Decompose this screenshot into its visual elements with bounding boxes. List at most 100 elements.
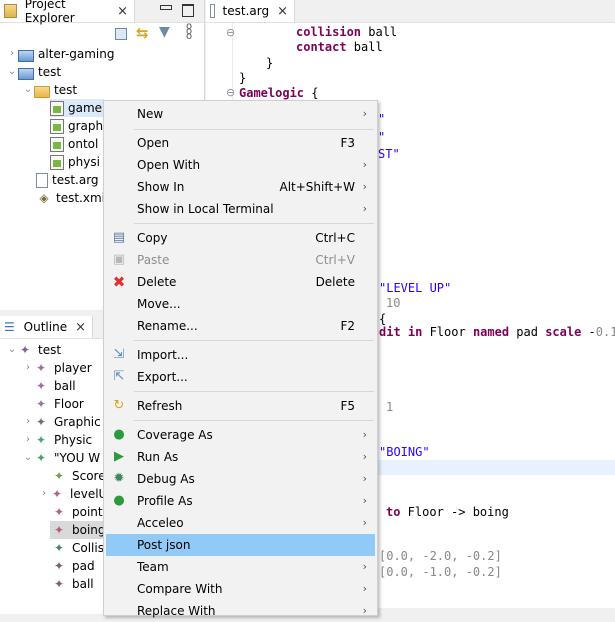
menu-item-delete[interactable]: ✖ Delete Delete <box>106 271 375 293</box>
menu-item-run-as[interactable]: ▶ Run As › <box>106 446 375 468</box>
maximize-icon[interactable] <box>182 4 194 17</box>
menu-item-post-json[interactable]: Post json <box>106 534 375 556</box>
filter-icon[interactable]: ▼ <box>159 24 170 40</box>
chevron-down-icon[interactable]: ⌄ <box>6 341 18 359</box>
tree-item-ontol[interactable]: ontol <box>50 135 98 153</box>
code-line[interactable]: contact ball <box>296 38 383 57</box>
outline-item-pad[interactable]: ✦ pad <box>52 557 95 575</box>
outline-item-you-win[interactable]: ⌄ ✦ "YOU W <box>22 449 100 467</box>
menu-item-open-with[interactable]: Open With › <box>106 154 375 176</box>
code-keyword: dit <box>379 325 408 339</box>
code-line[interactable]: "BOING" <box>379 443 430 462</box>
chevron-right-icon[interactable]: › <box>38 485 50 503</box>
menu-item-show-in-local-terminal[interactable]: Show in Local Terminal › <box>106 198 375 220</box>
code-line[interactable]: dit in Floor named pad scale -0.1 <box>379 323 615 342</box>
menu-separator <box>134 391 374 392</box>
tab-outline[interactable]: ☰ Outline × <box>0 316 93 338</box>
tree-item-test-arg[interactable]: test.arg <box>36 171 99 189</box>
chevron-right-icon[interactable]: › <box>22 413 34 431</box>
tree-item-test-xmi[interactable]: ◈ test.xmi <box>36 189 105 207</box>
code-text: pad <box>509 325 546 339</box>
code-line[interactable]: } <box>266 54 273 73</box>
code-number: [0.0, -1.0, -0.2] <box>379 565 502 579</box>
code-text: Floor -> boing <box>400 505 509 519</box>
outline-item-label: pad <box>72 559 95 573</box>
outline-item-ball-2[interactable]: ✦ ball <box>52 575 94 593</box>
outline-item-physic[interactable]: › ✦ Physic <box>22 431 92 449</box>
fold-icon[interactable]: ⊖ <box>226 86 235 99</box>
outline-item-label: "YOU W <box>54 451 101 465</box>
chevron-down-icon[interactable]: ⌄ <box>22 449 34 467</box>
tab-project-explorer[interactable]: Project Explorer × <box>0 0 135 25</box>
outline-item-score[interactable]: ✦ Score <box>52 467 106 485</box>
menu-item-acceleo[interactable]: Acceleo › <box>106 512 375 534</box>
fold-icon[interactable]: ⊖ <box>226 26 235 39</box>
menu-item-open[interactable]: Open F3 <box>106 132 375 154</box>
submenu-arrow-icon: › <box>362 494 367 507</box>
outline-item-test[interactable]: ⌄ ✦ test <box>6 341 61 359</box>
code-line[interactable]: 1 <box>386 398 393 417</box>
menu-item-label: Move... <box>137 297 181 311</box>
tree-item-alter-gaming[interactable]: › alter-gaming <box>6 45 115 63</box>
menu-item-label: Team <box>137 560 169 574</box>
menu-item-coverage-as[interactable]: ● Coverage As › <box>106 424 375 446</box>
menu-item-shortcut: F2 <box>340 319 355 333</box>
tree-item-game[interactable]: game <box>50 99 104 117</box>
menu-item-team[interactable]: Team › <box>106 556 375 578</box>
menu-item-rename[interactable]: Rename... F2 <box>106 315 375 337</box>
outline-item-player[interactable]: › ✦ player <box>22 359 92 377</box>
close-icon[interactable]: × <box>75 320 86 335</box>
chevron-right-icon[interactable]: › <box>22 431 34 449</box>
current-line-highlight <box>378 460 615 475</box>
text-file-icon <box>36 172 48 188</box>
menu-item-compare-with[interactable]: Compare With › <box>106 578 375 600</box>
outline-item-levelup[interactable]: › ✦ levelU <box>38 485 107 503</box>
outline-item-boing[interactable]: ✦ boing <box>50 521 106 539</box>
outline-item-point[interactable]: ✦ point <box>52 503 103 521</box>
tab-test-arg[interactable]: test.arg × <box>206 0 295 22</box>
menu-item-profile-as[interactable]: ● Profile As › <box>106 490 375 512</box>
menu-item-import[interactable]: ⇲ Import... <box>106 344 375 366</box>
tree-item-test-folder[interactable]: ⌄ test <box>22 81 77 99</box>
tree-item-physi[interactable]: physi <box>50 153 100 171</box>
outline-item-floor[interactable]: ✦ Floor <box>34 395 84 413</box>
code-line[interactable]: [0.0, -1.0, -0.2] <box>379 563 502 582</box>
minimize-icon[interactable] <box>160 5 172 10</box>
code-line[interactable]: ST" <box>378 145 400 164</box>
menu-item-new[interactable]: New › <box>106 103 375 125</box>
code-string: " <box>378 112 386 126</box>
menu-item-copy[interactable]: ▤ Copy Ctrl+C <box>106 227 375 249</box>
submenu-arrow-icon: › <box>362 180 367 193</box>
code-line[interactable]: 10 <box>386 294 400 313</box>
paste-icon: ▣ <box>112 252 126 267</box>
outline-item-graphic[interactable]: › ✦ Graphic <box>22 413 101 431</box>
menu-item-debug-as[interactable]: ✹ Debug As › <box>106 468 375 490</box>
tree-item-graph[interactable]: graph <box>50 117 103 135</box>
chevron-down-icon[interactable]: ⌄ <box>6 63 18 81</box>
text-file-icon <box>210 4 215 18</box>
outline-item-collision[interactable]: ✦ Collis <box>52 539 104 557</box>
outline-item-label: ball <box>54 379 76 393</box>
tree-item-test-project[interactable]: ⌄ test <box>6 63 61 81</box>
menu-item-label: Refresh <box>137 399 183 413</box>
menu-item-refresh[interactable]: ↻ Refresh F5 <box>106 395 375 417</box>
link-with-editor-icon[interactable]: ⇆ <box>136 24 149 42</box>
menu-item-show-in[interactable]: Show In Alt+Shift+W › <box>106 176 375 198</box>
close-icon[interactable]: × <box>277 4 288 19</box>
chevron-right-icon[interactable]: › <box>22 359 34 377</box>
code-line[interactable]: " <box>378 110 385 129</box>
menu-item-replace-with[interactable]: Replace With › <box>106 600 375 622</box>
view-menu-icon[interactable]: ooo <box>186 22 192 42</box>
close-icon[interactable]: × <box>117 4 128 19</box>
chevron-down-icon[interactable]: ⌄ <box>22 81 34 99</box>
chevron-right-icon[interactable]: › <box>6 45 18 63</box>
menu-item-export[interactable]: ⇱ Export... <box>106 366 375 388</box>
code-line[interactable]: to Floor -> boing <box>386 503 509 522</box>
menu-item-move[interactable]: Move... <box>106 293 375 315</box>
horizontal-scrollbar[interactable] <box>376 608 615 614</box>
collapse-all-icon[interactable] <box>115 28 127 40</box>
menu-item-label: Delete <box>137 275 177 289</box>
project-explorer-tabbar: Project Explorer × <box>0 0 204 25</box>
outline-item-ball[interactable]: ✦ ball <box>34 377 76 395</box>
menu-item-paste[interactable]: ▣ Paste Ctrl+V <box>106 249 375 271</box>
